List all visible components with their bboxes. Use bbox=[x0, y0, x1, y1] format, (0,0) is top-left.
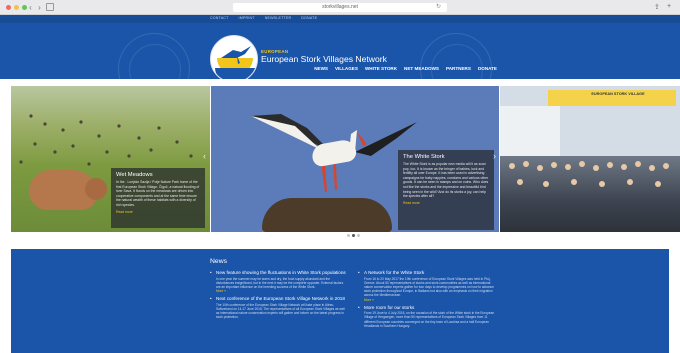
news-item-title[interactable]: A Network for the White Stork bbox=[358, 270, 496, 276]
nav-white-stork[interactable]: WHITE STORK bbox=[365, 66, 397, 71]
site-header: CONTACT IMPRINT NEWSLETTER DONATE EUROPE… bbox=[0, 15, 680, 79]
slider-dot-active[interactable] bbox=[352, 234, 355, 237]
news-item-body: From 19 June to 4 July 2016, on the occa… bbox=[364, 311, 495, 328]
address-bar-url: storkvillages.net bbox=[322, 4, 358, 10]
news-item: New feature showing the fluctuations in … bbox=[210, 270, 348, 293]
back-arrow-icon[interactable]: ‹ bbox=[26, 3, 35, 12]
address-bar[interactable]: storkvillages.net bbox=[233, 3, 447, 12]
news-title: News bbox=[210, 258, 227, 265]
slider-dot[interactable] bbox=[357, 234, 360, 237]
caption-title: The White Stork bbox=[403, 154, 445, 160]
caption-white-stork: The White Stork The White Stork is as po… bbox=[398, 150, 494, 230]
browser-chrome: ‹ › storkvillages.net ↻ ⇪ + bbox=[0, 0, 680, 15]
nav-donate[interactable]: DONATE bbox=[478, 66, 497, 71]
nav-net-meadows[interactable]: NET MEADOWS bbox=[404, 66, 439, 71]
news-item-title[interactable]: More room for our storks bbox=[358, 305, 496, 311]
people-image bbox=[509, 161, 669, 187]
caption-wet-meadows: Wet Meadows In the - Lonjsko Sazija / Po… bbox=[111, 168, 205, 228]
caption-title: Wet Meadows bbox=[116, 172, 153, 178]
caption-more-link[interactable]: Read more bbox=[403, 201, 489, 205]
reload-icon[interactable]: ↻ bbox=[436, 3, 441, 10]
top-nav-donate[interactable]: DONATE bbox=[301, 16, 317, 20]
close-window-button[interactable] bbox=[6, 5, 11, 10]
caption-body: In the - Lonjsko Sazija / Polje Nature P… bbox=[116, 180, 200, 207]
news-item-body: In one year the summer may be warm and d… bbox=[216, 276, 344, 289]
news-item-more-link[interactable]: More » bbox=[358, 298, 496, 302]
nav-villages[interactable]: VILLAGES bbox=[335, 66, 358, 71]
caption-more-link[interactable]: Read more bbox=[116, 210, 200, 214]
news-item-body: The 10th conference of the European Stor… bbox=[216, 302, 345, 320]
decorative-globe-left bbox=[118, 33, 190, 79]
window-controls bbox=[6, 5, 27, 10]
top-nav: CONTACT IMPRINT NEWSLETTER DONATE bbox=[210, 16, 317, 20]
pig-head-image bbox=[85, 178, 107, 200]
share-icon[interactable]: ⇪ bbox=[654, 3, 660, 11]
top-band bbox=[0, 15, 680, 23]
main-nav: NEWS VILLAGES WHITE STORK NET MEADOWS PA… bbox=[314, 66, 497, 71]
brand-name[interactable]: European Stork Villages Network bbox=[261, 54, 387, 64]
image-slider: Wet Meadows In the - Lonjsko Sazija / Po… bbox=[0, 86, 680, 232]
news-item: More room for our storks From 19 June to… bbox=[358, 305, 496, 328]
news-column-left: New feature showing the fluctuations in … bbox=[210, 270, 348, 323]
slider-dot[interactable] bbox=[347, 234, 350, 237]
news-item-body: From 16 to 20 May 2017 the 10th conferen… bbox=[364, 276, 494, 298]
news-item-title[interactable]: New feature showing the fluctuations in … bbox=[210, 270, 348, 276]
sidebar-toggle-icon[interactable] bbox=[46, 3, 54, 11]
slider-prev-arrow-icon[interactable]: ‹ bbox=[203, 151, 206, 161]
news-column-right: A Network for the White Stork From 16 to… bbox=[358, 270, 496, 331]
new-tab-icon[interactable]: + bbox=[667, 3, 671, 10]
forward-arrow-icon[interactable]: › bbox=[35, 3, 44, 12]
top-nav-contact[interactable]: CONTACT bbox=[210, 16, 229, 20]
news-item-more-link[interactable]: More » bbox=[210, 289, 348, 293]
nest-image bbox=[262, 198, 392, 232]
decorative-globe-right bbox=[420, 33, 492, 79]
site-logo[interactable] bbox=[210, 35, 258, 79]
top-nav-imprint[interactable]: IMPRINT bbox=[239, 16, 255, 20]
village-banner-text: EUROPEAN STORK VILLAGE bbox=[591, 92, 645, 96]
nav-news[interactable]: NEWS bbox=[314, 66, 328, 71]
caption-body: The White Stork is as popular new media … bbox=[403, 162, 489, 199]
news-item: Next conference of the European Stork Vi… bbox=[210, 296, 348, 319]
group-photo-image bbox=[500, 156, 680, 232]
news-item-title[interactable]: Next conference of the European Stork Vi… bbox=[210, 296, 348, 302]
logo-stork-icon bbox=[221, 46, 251, 64]
slider-next-arrow-icon[interactable]: › bbox=[493, 151, 496, 161]
slider-pagination bbox=[347, 234, 360, 237]
nav-partners[interactable]: PARTNERS bbox=[446, 66, 471, 71]
top-nav-newsletter[interactable]: NEWSLETTER bbox=[265, 16, 292, 20]
minimize-window-button[interactable] bbox=[14, 5, 19, 10]
news-item: A Network for the White Stork From 16 to… bbox=[358, 270, 496, 302]
